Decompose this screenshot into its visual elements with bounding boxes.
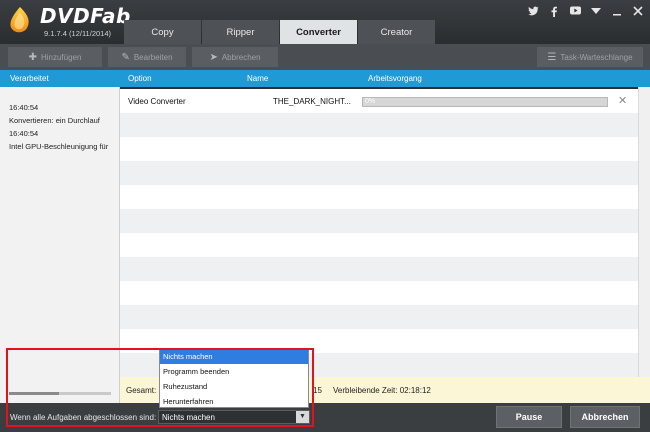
minimize-icon[interactable] (611, 6, 623, 18)
table-row (120, 161, 638, 185)
plus-icon: ✚ (28, 51, 37, 63)
completion-action-dropdown: Nichts machen Programm beenden Ruhezusta… (159, 348, 309, 408)
column-progress: Arbeitsvorgang (368, 74, 422, 83)
pause-button[interactable]: Pause (496, 406, 562, 428)
edit-button-label: Bearbeiten (133, 52, 173, 62)
horizontal-scrollbar[interactable] (9, 392, 111, 395)
table-row (120, 185, 638, 209)
cancel-button[interactable]: Abbrechen (570, 406, 640, 428)
column-name: Name (247, 74, 269, 83)
tab-creator[interactable]: Creator (358, 20, 435, 44)
twitter-icon[interactable] (527, 6, 539, 18)
mode-tabs: Copy Ripper Converter Creator (124, 20, 435, 44)
tab-copy[interactable]: Copy (124, 20, 201, 44)
table-row (120, 257, 638, 281)
dvdfab-logo-icon (10, 7, 29, 33)
tab-converter[interactable]: Converter (280, 20, 357, 44)
task-queue-button[interactable]: ☰ Task-Warteschlange (537, 47, 643, 67)
edit-button[interactable]: ✎ Bearbeiten (108, 47, 186, 67)
task-table: Video Converter THE_DARK_NIGHT... 0% ✕ (120, 87, 650, 377)
start-button-label: Abbrechen (221, 52, 261, 62)
window-controls (527, 6, 644, 18)
scrollbar-thumb[interactable] (9, 392, 59, 395)
toolbar: ✚ Hinzufügen ✎ Bearbeiten ➤ Abbrechen ☰ … (0, 44, 650, 70)
row-option: Video Converter (128, 97, 186, 106)
chevron-down-icon[interactable]: ▼ (296, 411, 309, 423)
table-row (120, 233, 638, 257)
add-button[interactable]: ✚ Hinzufügen (8, 47, 102, 67)
edit-icon: ✎ (121, 51, 130, 63)
completion-action-label: Wenn alle Aufgaben abgeschlossen sind: (10, 413, 157, 422)
remove-task-icon[interactable]: ✕ (618, 94, 627, 107)
tab-ripper[interactable]: Ripper (202, 20, 279, 44)
dropdown-option-shutdown[interactable]: Herunterfahren (160, 394, 308, 409)
log-line: Konvertieren: ein Durchlauf (9, 116, 100, 125)
task-table-header: Option Name Arbeitsvorgang (120, 70, 650, 87)
facebook-icon[interactable] (548, 6, 560, 18)
progress-label: 0% (365, 98, 376, 105)
dropdown-option-quit-program[interactable]: Programm beenden (160, 364, 308, 379)
table-row (120, 281, 638, 305)
list-icon: ☰ (547, 51, 557, 63)
table-row (120, 113, 638, 137)
arrow-right-icon: ➤ (209, 51, 218, 63)
youtube-icon[interactable] (569, 6, 581, 18)
dropdown-option-do-nothing[interactable]: Nichts machen (160, 349, 308, 364)
table-row (120, 137, 638, 161)
log-line: 16:40:54 (9, 129, 39, 138)
task-queue-label: Task-Warteschlange (560, 52, 633, 62)
log-line: 16:40:54 (9, 103, 39, 112)
processed-header: Verarbeitet (0, 70, 120, 87)
summary-elapsed: 15 (313, 386, 322, 395)
app-version: 9.1.7.4 (12/11/2014) (44, 29, 111, 38)
menu-down-icon[interactable] (590, 6, 602, 18)
close-icon[interactable] (632, 6, 644, 18)
summary-total-label: Gesamt: (126, 386, 157, 395)
dropdown-option-hibernate[interactable]: Ruhezustand (160, 379, 308, 394)
add-button-label: Hinzufügen (40, 52, 82, 62)
completion-action-select[interactable]: Nichts machen (158, 410, 310, 424)
summary-remaining-time: Verbleibende Zeit: 02:18:12 (333, 386, 431, 395)
progress-bar: 0% (362, 97, 608, 107)
row-name: THE_DARK_NIGHT... (273, 97, 351, 106)
start-button[interactable]: ➤ Abbrechen (192, 47, 278, 67)
vertical-scrollbar[interactable] (638, 87, 650, 377)
processed-log-panel: 16:40:54 Konvertieren: ein Durchlauf 16:… (0, 87, 120, 403)
table-row[interactable]: Video Converter THE_DARK_NIGHT... 0% ✕ (120, 89, 638, 113)
app-logo-text: DVDFab (40, 4, 131, 28)
table-row (120, 305, 638, 329)
footer-bar: Wenn alle Aufgaben abgeschlossen sind: N… (0, 403, 650, 432)
table-row (120, 209, 638, 233)
title-bar: DVDFab 9.1.7.4 (12/11/2014) Copy Ripper … (0, 0, 650, 44)
column-option: Option (128, 74, 152, 83)
log-line: Intel GPU-Beschleunigung für (9, 142, 109, 151)
